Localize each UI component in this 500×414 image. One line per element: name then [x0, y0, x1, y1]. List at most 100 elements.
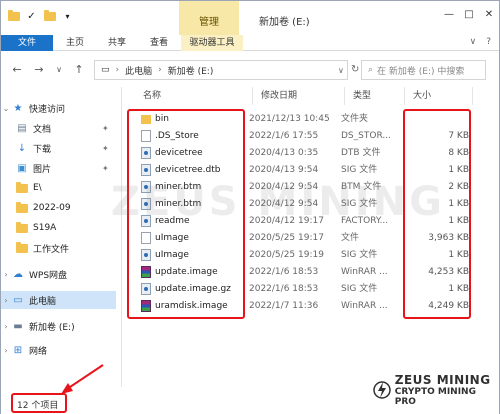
document-icon: ▤ [17, 122, 27, 134]
sidebar-item-label: 工作文件 [33, 244, 70, 255]
file-date: 2022/1/6 17:55 [249, 131, 319, 141]
forward-arrow-icon[interactable]: → [31, 61, 47, 77]
tab-drive-tools[interactable]: 驱动器工具 [181, 35, 243, 51]
sidebar-item-label: 网络 [29, 346, 48, 357]
sidebar-item-work-files[interactable]: 工作文件 [1, 239, 116, 257]
sidebar-item-e-folder[interactable]: E\ [1, 179, 116, 197]
properties-icon[interactable]: ✓ [25, 10, 38, 22]
sidebar-item-label: 图片 [33, 164, 52, 175]
file-date: 2020/4/13 9:54 [249, 165, 319, 175]
chevron-right-icon[interactable]: › [1, 296, 11, 305]
pane-divider[interactable] [121, 87, 122, 387]
close-button[interactable]: ✕ [479, 1, 499, 27]
folder-icon [15, 221, 29, 234]
back-arrow-icon[interactable]: ← [9, 61, 25, 77]
file-type: SIG 文件 [341, 165, 378, 175]
refresh-icon[interactable]: ↻ [351, 64, 359, 75]
sidebar-item-downloads[interactable]: ↓ 下载 ✦ [1, 139, 116, 157]
breadcrumb-drive[interactable]: 新加卷 (E:) [168, 64, 214, 77]
network-icon: ⊞ [13, 344, 23, 356]
help-icon[interactable]: ? [486, 37, 491, 47]
sidebar-item-new-volume[interactable]: › ▬ 新加卷 (E:) [1, 317, 116, 335]
folder-app-icon [7, 9, 20, 22]
address-bar[interactable]: ▭ › 此电脑 › 新加卷 (E:) [94, 60, 348, 80]
column-header-date[interactable]: 修改日期 [255, 87, 345, 105]
chevron-right-icon[interactable]: › [1, 346, 11, 355]
new-folder-icon[interactable] [43, 9, 56, 22]
ribbon-tabs: 文件 主页 共享 查看 驱动器工具 ∨ ? [1, 35, 499, 51]
chevron-down-icon[interactable]: ⌄ [1, 104, 11, 113]
breadcrumb-separator-icon: › [158, 65, 162, 75]
pin-icon[interactable]: ✦ [102, 164, 109, 173]
sidebar-item-wps-cloud[interactable]: › ☁ WPS网盘 [1, 265, 116, 283]
sidebar-item-network[interactable]: › ⊞ 网络 [1, 341, 116, 359]
download-icon: ↓ [17, 142, 27, 154]
pin-icon[interactable]: ✦ [102, 144, 109, 153]
sidebar-item-documents[interactable]: ▤ 文档 ✦ [1, 119, 116, 137]
watermark: ZEUS MINING [111, 179, 445, 225]
computer-small-icon: ▭ [101, 65, 110, 75]
navigation-bar: ← → ∨ ↑ ▭ › 此电脑 › 新加卷 (E:) ∨ ↻ ⌕ 在 新加卷 (… [1, 55, 499, 85]
sidebar-item-label: S19A [33, 223, 57, 233]
window-title: 新加卷 (E:) [259, 17, 310, 28]
chevron-right-icon[interactable]: › [1, 322, 11, 331]
chevron-right-icon[interactable]: › [1, 270, 11, 279]
up-arrow-icon[interactable]: ↑ [71, 61, 87, 77]
folder-icon [15, 181, 29, 194]
sidebar-item-label: E\ [33, 183, 42, 193]
file-type: SIG 文件 [341, 250, 378, 260]
pin-icon[interactable]: ✦ [102, 124, 109, 133]
column-header-size[interactable]: 大小 [407, 87, 473, 105]
minimize-button[interactable]: — [439, 1, 459, 27]
search-placeholder: 在 新加卷 (E:) 中搜索 [377, 66, 465, 77]
search-input[interactable]: ⌕ 在 新加卷 (E:) 中搜索 [361, 60, 486, 80]
folder-icon [15, 241, 29, 254]
file-type: DTB 文件 [341, 148, 381, 158]
sidebar-item-quick-access[interactable]: ⌄ ★ 快速访问 [1, 99, 116, 117]
sidebar-item-label: WPS网盘 [29, 270, 68, 281]
computer-icon: ▭ [13, 294, 23, 306]
expand-ribbon-icon[interactable]: ∨ [470, 37, 477, 47]
brand-logo: ZEUS MINING CRYPTO MINING PRO [373, 373, 499, 407]
lightning-logo-icon [373, 381, 391, 399]
sidebar-item-label: 下载 [33, 144, 52, 155]
sidebar-item-label: 2022-09 [33, 203, 71, 213]
drive-icon: ▬ [13, 320, 23, 332]
tab-share[interactable]: 共享 [99, 35, 135, 51]
column-header-type[interactable]: 类型 [347, 87, 405, 105]
sidebar-item-s19a[interactable]: S19A [1, 219, 116, 237]
file-date: 2020/5/25 19:17 [249, 233, 324, 243]
tab-home[interactable]: 主页 [57, 35, 93, 51]
search-icon: ⌕ [368, 65, 374, 75]
column-header-name[interactable]: 名称 [137, 87, 253, 105]
file-list: 名称 修改日期 类型 大小 bin 2021/12/13 10:45 文件夹 .DS_… [125, 87, 495, 387]
file-type: WinRAR ... [341, 267, 388, 277]
maximize-button[interactable]: □ [459, 1, 479, 27]
context-tab-manage[interactable]: 管理 [179, 1, 239, 35]
file-date: 2021/12/13 10:45 [249, 114, 330, 124]
file-date: 2020/4/13 0:35 [249, 148, 319, 158]
breadcrumb-this-pc[interactable]: 此电脑 [125, 64, 152, 77]
file-date: 2022/1/7 11:36 [249, 301, 319, 311]
file-explorer-window: ✓ ▾ 管理 新加卷 (E:) — □ ✕ 文件 主页 共享 查看 驱动器工具 … [0, 0, 500, 414]
window-controls: — □ ✕ [439, 1, 499, 27]
sidebar-item-pictures[interactable]: ▣ 图片 ✦ [1, 159, 116, 177]
navigation-pane: ⌄ ★ 快速访问 ▤ 文档 ✦ ↓ 下载 ✦ ▣ 图片 ✦ E\ 2022-09 [1, 87, 116, 387]
customize-toolbar-icon[interactable]: ▾ [61, 10, 74, 22]
ribbon-right-controls: ∨ ? [470, 37, 491, 47]
context-tab-label: 管理 [199, 17, 219, 28]
title-bar: ✓ ▾ 管理 新加卷 (E:) — □ ✕ [1, 1, 499, 35]
sidebar-item-2022-09[interactable]: 2022-09 [1, 199, 116, 217]
file-type: SIG 文件 [341, 284, 378, 294]
file-date: 2020/5/25 19:19 [249, 250, 324, 260]
recent-locations-icon[interactable]: ∨ [51, 61, 67, 77]
quick-access-toolbar: ✓ ▾ [7, 9, 74, 22]
address-dropdown-icon[interactable]: ∨ [338, 66, 344, 75]
sidebar-item-this-pc[interactable]: › ▭ 此电脑 [1, 291, 116, 309]
file-date: 2022/1/6 18:53 [249, 267, 319, 277]
sidebar-item-label: 文档 [33, 124, 52, 135]
sidebar-item-label: 快速访问 [29, 104, 66, 115]
tab-view[interactable]: 查看 [141, 35, 177, 51]
tab-file[interactable]: 文件 [1, 35, 53, 51]
annotation-arrow-icon [61, 364, 104, 394]
